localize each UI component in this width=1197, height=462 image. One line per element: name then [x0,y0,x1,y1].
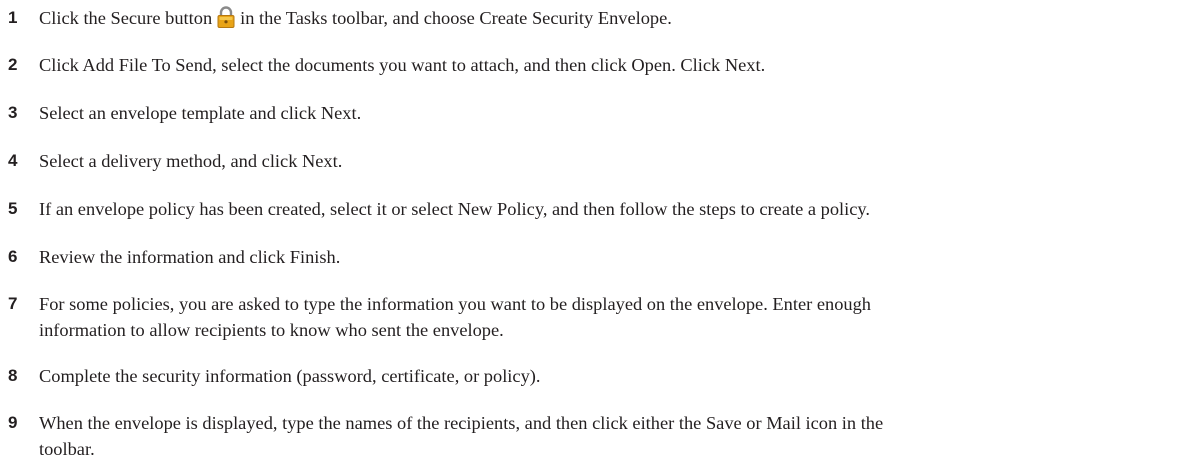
step-text: Review the information and click Finish. [39,247,341,267]
step-number: 8 [8,366,18,385]
step-number: 6 [8,247,18,266]
step-text: Select a delivery method, and click Next… [39,151,343,171]
step-number: 7 [8,294,18,313]
step-text-line-1: For some policies, you are asked to type… [39,294,871,314]
step-text-after-icon: in the Tasks toolbar, and choose Create … [240,8,672,28]
step-text: If an envelope policy has been created, … [39,199,871,219]
step-number: 5 [8,199,18,218]
lock-icon [216,6,236,28]
step-number: 2 [8,55,18,74]
step-number: 4 [8,151,18,170]
step-text: Click Add File To Send, select the docum… [39,55,766,75]
step-text: Click the Secure button in the Tasks too… [39,5,1187,31]
step-text: For some policies, you are asked to type… [39,291,1187,343]
step-text-before-icon: Click the Secure button [39,8,213,28]
step-number: 9 [8,413,18,432]
step-text: Complete the security information (passw… [39,366,541,386]
step-number: 1 [8,8,18,27]
step-number: 3 [8,103,18,122]
step-text: Select an envelope template and click Ne… [39,103,362,123]
step-text: When the envelope is displayed, type the… [39,410,1187,462]
step-text-line-2: toolbar. [39,439,95,459]
step-text-line-1: When the envelope is displayed, type the… [39,413,884,433]
step-text-line-2: information to allow recipients to know … [39,320,504,340]
